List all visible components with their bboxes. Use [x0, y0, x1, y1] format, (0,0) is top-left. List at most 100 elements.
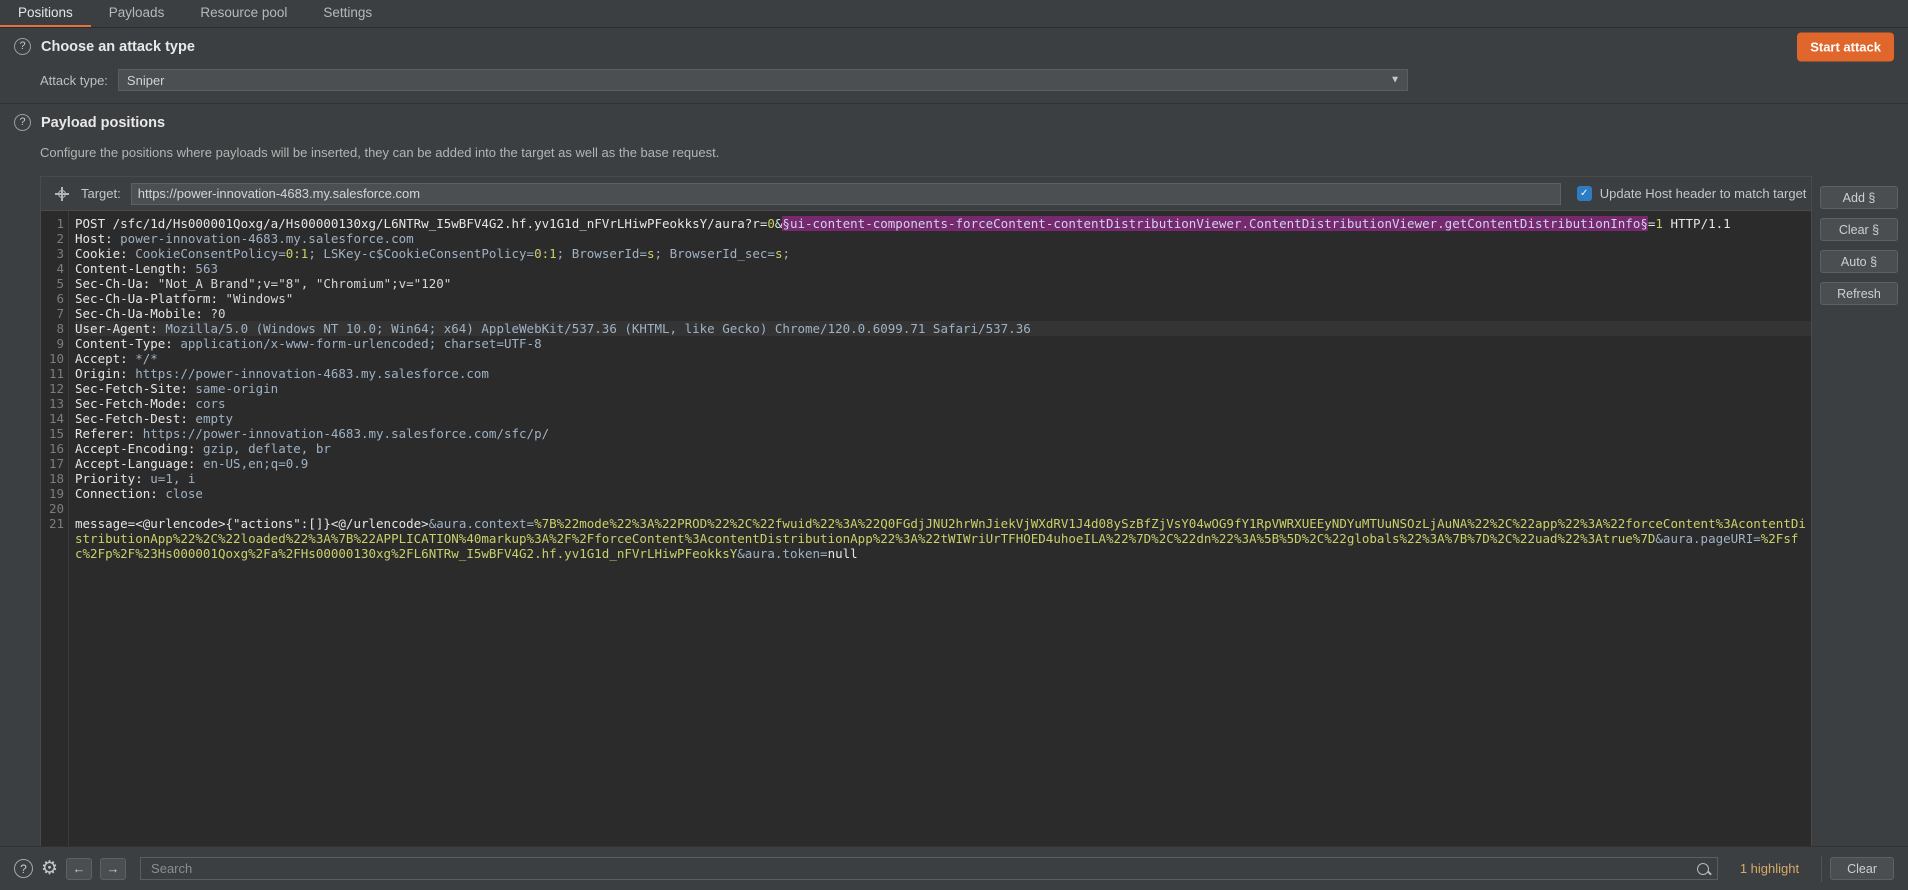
question-mark-icon[interactable]: ? — [14, 38, 31, 55]
tab-resource-pool[interactable]: Resource pool — [182, 0, 305, 27]
magnifier-icon[interactable] — [1697, 863, 1709, 875]
code-segment: 563 — [195, 261, 218, 276]
attack-type-selected-value: Sniper — [127, 73, 165, 88]
attack-type-select[interactable]: Sniper ▼ — [118, 69, 1408, 91]
code-segment: 0 — [767, 216, 775, 231]
question-mark-icon[interactable]: ? — [14, 114, 31, 131]
back-button[interactable]: ← — [66, 858, 92, 880]
code-segment: "Not_A Brand";v="8", "Chromium";v="120" — [158, 276, 452, 291]
forward-button[interactable]: → — [100, 858, 126, 880]
toolbar-divider — [1821, 856, 1822, 882]
search-input[interactable] — [149, 860, 1697, 877]
editor-wrapper: Target: ✓ Update Host header to match ta… — [0, 176, 1908, 851]
request-line: Sec-Ch-Ua-Mobile: ?0 — [75, 306, 1811, 321]
crosshair-icon — [55, 187, 69, 201]
gear-icon[interactable]: ⚙ — [41, 859, 58, 878]
question-mark-icon[interactable]: ? — [14, 859, 33, 878]
code-segment: User-Agent: — [75, 321, 165, 336]
payload-positions-title: Payload positions — [41, 115, 165, 131]
search-box[interactable] — [140, 857, 1718, 880]
code-segment: Mozilla/5.0 (Windows NT 10.0; Win64; x64… — [165, 321, 1030, 336]
tab-payloads[interactable]: Payloads — [91, 0, 183, 27]
code-segment: empty — [195, 411, 233, 426]
start-attack-button[interactable]: Start attack — [1797, 32, 1894, 61]
tab-settings-label: Settings — [323, 5, 372, 20]
code-segment: Sec-Ch-Ua-Mobile: — [75, 306, 210, 321]
code-segment: ?0 — [210, 306, 225, 321]
clear-search-button[interactable]: Clear — [1830, 857, 1894, 880]
request-line — [75, 501, 1811, 516]
attack-type-section-header: ? Choose an attack type Start attack — [0, 28, 1908, 65]
refresh-button[interactable]: Refresh — [1820, 282, 1898, 305]
bottom-toolbar: ? ⚙ ← → 1 highlight Clear — [0, 846, 1908, 890]
code-segment: &aura.pageURI= — [1655, 531, 1760, 546]
payload-positions-section-header: ? Payload positions — [0, 104, 1908, 141]
request-line: Content-Length: 563 — [75, 261, 1811, 276]
request-line: Cookie: CookieConsentPolicy=0:1; LSKey-c… — [75, 246, 1811, 261]
auto-markers-button[interactable]: Auto § — [1820, 250, 1898, 273]
code-segment: Connection: — [75, 486, 165, 501]
request-line: User-Agent: Mozilla/5.0 (Windows NT 10.0… — [75, 321, 1811, 336]
code-segment: Sec-Fetch-Dest: — [75, 411, 195, 426]
line-number-gutter: 123456789101112131415161718192021.. — [41, 211, 69, 850]
request-line: Origin: https://power-innovation-4683.my… — [75, 366, 1811, 381]
code-segment: same-origin — [195, 381, 278, 396]
code-segment: Sec-Fetch-Site: — [75, 381, 195, 396]
code-segment: &aura.token= — [737, 546, 827, 561]
code-segment: https://power-innovation-4683.my.salesfo… — [143, 426, 549, 441]
code-segment: "Windows" — [226, 291, 294, 306]
code-segment: HTTP/1.1 — [1663, 216, 1731, 231]
main-tab-bar: Positions Payloads Resource pool Setting… — [0, 0, 1908, 28]
request-line: Content-Type: application/x-www-form-url… — [75, 336, 1811, 351]
tab-settings[interactable]: Settings — [305, 0, 390, 27]
editor-column: Target: ✓ Update Host header to match ta… — [40, 176, 1812, 851]
request-code[interactable]: POST /sfc/1d/Hs000001Qoxg/a/Hs00000130xg… — [69, 211, 1811, 850]
attack-type-label: Attack type: — [40, 73, 108, 88]
marker-buttons-panel: Add § Clear § Auto § Refresh — [1812, 176, 1908, 305]
code-segment: cors — [195, 396, 225, 411]
request-line: Accept: */* — [75, 351, 1811, 366]
request-line: Sec-Fetch-Mode: cors — [75, 396, 1811, 411]
code-segment: u=1, i — [150, 471, 195, 486]
target-bar: Target: ✓ Update Host header to match ta… — [40, 176, 1812, 210]
code-segment: Content-Type: — [75, 336, 180, 351]
update-host-header-checkbox[interactable]: ✓ — [1577, 186, 1592, 201]
code-segment: 0:1 — [286, 246, 309, 261]
code-segment: Host: — [75, 231, 120, 246]
code-segment: power-innovation-4683.my.salesforce.com — [120, 231, 414, 246]
code-segment: Accept-Encoding: — [75, 441, 203, 456]
add-marker-button[interactable]: Add § — [1820, 186, 1898, 209]
code-segment: application/x-www-form-urlencoded; chars… — [180, 336, 541, 351]
code-segment: en-US,en;q=0.9 — [203, 456, 308, 471]
chevron-down-icon: ▼ — [1390, 75, 1400, 86]
code-segment: ; BrowserId_sec= — [655, 246, 775, 261]
clear-markers-button[interactable]: Clear § — [1820, 218, 1898, 241]
tab-positions[interactable]: Positions — [0, 0, 91, 27]
update-host-header-checkbox-row[interactable]: ✓ Update Host header to match target — [1577, 186, 1807, 201]
update-host-header-label: Update Host header to match target — [1600, 186, 1807, 201]
request-line: Sec-Fetch-Dest: empty — [75, 411, 1811, 426]
code-segment: 0:1 — [534, 246, 557, 261]
target-input[interactable] — [131, 183, 1561, 205]
attack-type-row: Attack type: Sniper ▼ — [0, 65, 1908, 104]
code-segment: Referer: — [75, 426, 143, 441]
code-segment: Accept-Language: — [75, 456, 203, 471]
code-segment: CookieConsentPolicy= — [135, 246, 286, 261]
request-line: Sec-Ch-Ua-Platform: "Windows" — [75, 291, 1811, 306]
request-line: Referer: https://power-innovation-4683.m… — [75, 426, 1811, 441]
code-segment: ; BrowserId= — [557, 246, 647, 261]
request-line: Accept-Language: en-US,en;q=0.9 — [75, 456, 1811, 471]
code-segment: Sec-Ch-Ua-Platform: — [75, 291, 226, 306]
request-line: Sec-Ch-Ua: "Not_A Brand";v="8", "Chromiu… — [75, 276, 1811, 291]
request-line: Sec-Fetch-Site: same-origin — [75, 381, 1811, 396]
attack-type-title: Choose an attack type — [41, 39, 195, 55]
code-segment: null — [828, 546, 858, 561]
code-segment: s — [647, 246, 655, 261]
request-editor[interactable]: 123456789101112131415161718192021.. POST… — [40, 210, 1812, 851]
code-segment: ; LSKey-c$CookieConsentPolicy= — [308, 246, 534, 261]
code-segment: ; — [782, 246, 790, 261]
code-segment: Priority: — [75, 471, 150, 486]
code-segment: Accept: — [75, 351, 135, 366]
request-line: Priority: u=1, i — [75, 471, 1811, 486]
code-segment: Origin: — [75, 366, 135, 381]
